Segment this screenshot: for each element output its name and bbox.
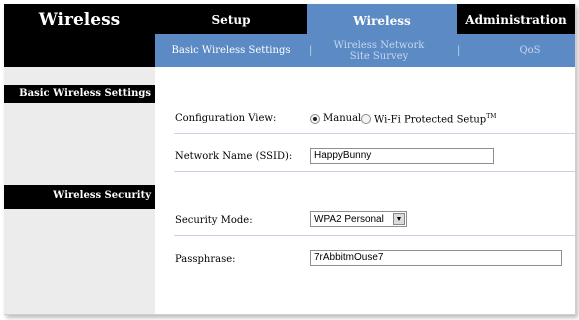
manual-radio[interactable] (310, 114, 320, 124)
subtab-separator: | (457, 45, 461, 56)
ssid-label: Network Name (SSID): (175, 151, 293, 162)
subtab-separator: | (309, 45, 313, 56)
passphrase-label: Passphrase: (175, 254, 236, 265)
tab-wireless[interactable]: Wireless (307, 4, 457, 34)
subtab-basic-wireless-settings[interactable]: Basic Wireless Settings (155, 34, 307, 67)
section-basic-wireless-settings: Basic Wireless Settings (4, 85, 155, 103)
security-mode-label: Security Mode: (175, 215, 253, 226)
brand-block: Wireless (4, 4, 155, 67)
divider (174, 133, 575, 134)
subtab-qos[interactable]: QoS (485, 34, 575, 67)
main-tabs: Setup Wireless Administration (155, 4, 575, 34)
ssid-input[interactable]: HappyBunny (310, 148, 494, 164)
tab-administration[interactable]: Administration (457, 8, 575, 32)
passphrase-input[interactable]: 7rAbbitmOuse7 (310, 250, 562, 266)
divider (174, 171, 575, 172)
divider (174, 235, 575, 236)
subtab-site-survey[interactable]: Wireless Network Site Survey (329, 34, 429, 67)
tab-setup[interactable]: Setup (155, 8, 307, 32)
router-config-window: Wireless Setup Wireless Administration B… (4, 4, 576, 315)
sub-tabs: Basic Wireless Settings | Wireless Netwo… (155, 34, 575, 67)
left-column: Basic Wireless Settings Wireless Securit… (4, 67, 155, 314)
security-mode-select[interactable]: WPA2 Personal ▼ (310, 211, 407, 227)
config-view-label: Configuration View: (175, 113, 277, 124)
page-title: Wireless (38, 10, 121, 30)
section-wireless-security: Wireless Security (4, 185, 155, 209)
manual-radio-label[interactable]: Manual (323, 113, 361, 124)
wps-radio[interactable] (361, 114, 371, 124)
wps-radio-label[interactable]: Wi-Fi Protected SetupTM (374, 113, 496, 125)
chevron-down-icon[interactable]: ▼ (393, 213, 405, 225)
security-mode-value: WPA2 Personal (314, 214, 384, 225)
